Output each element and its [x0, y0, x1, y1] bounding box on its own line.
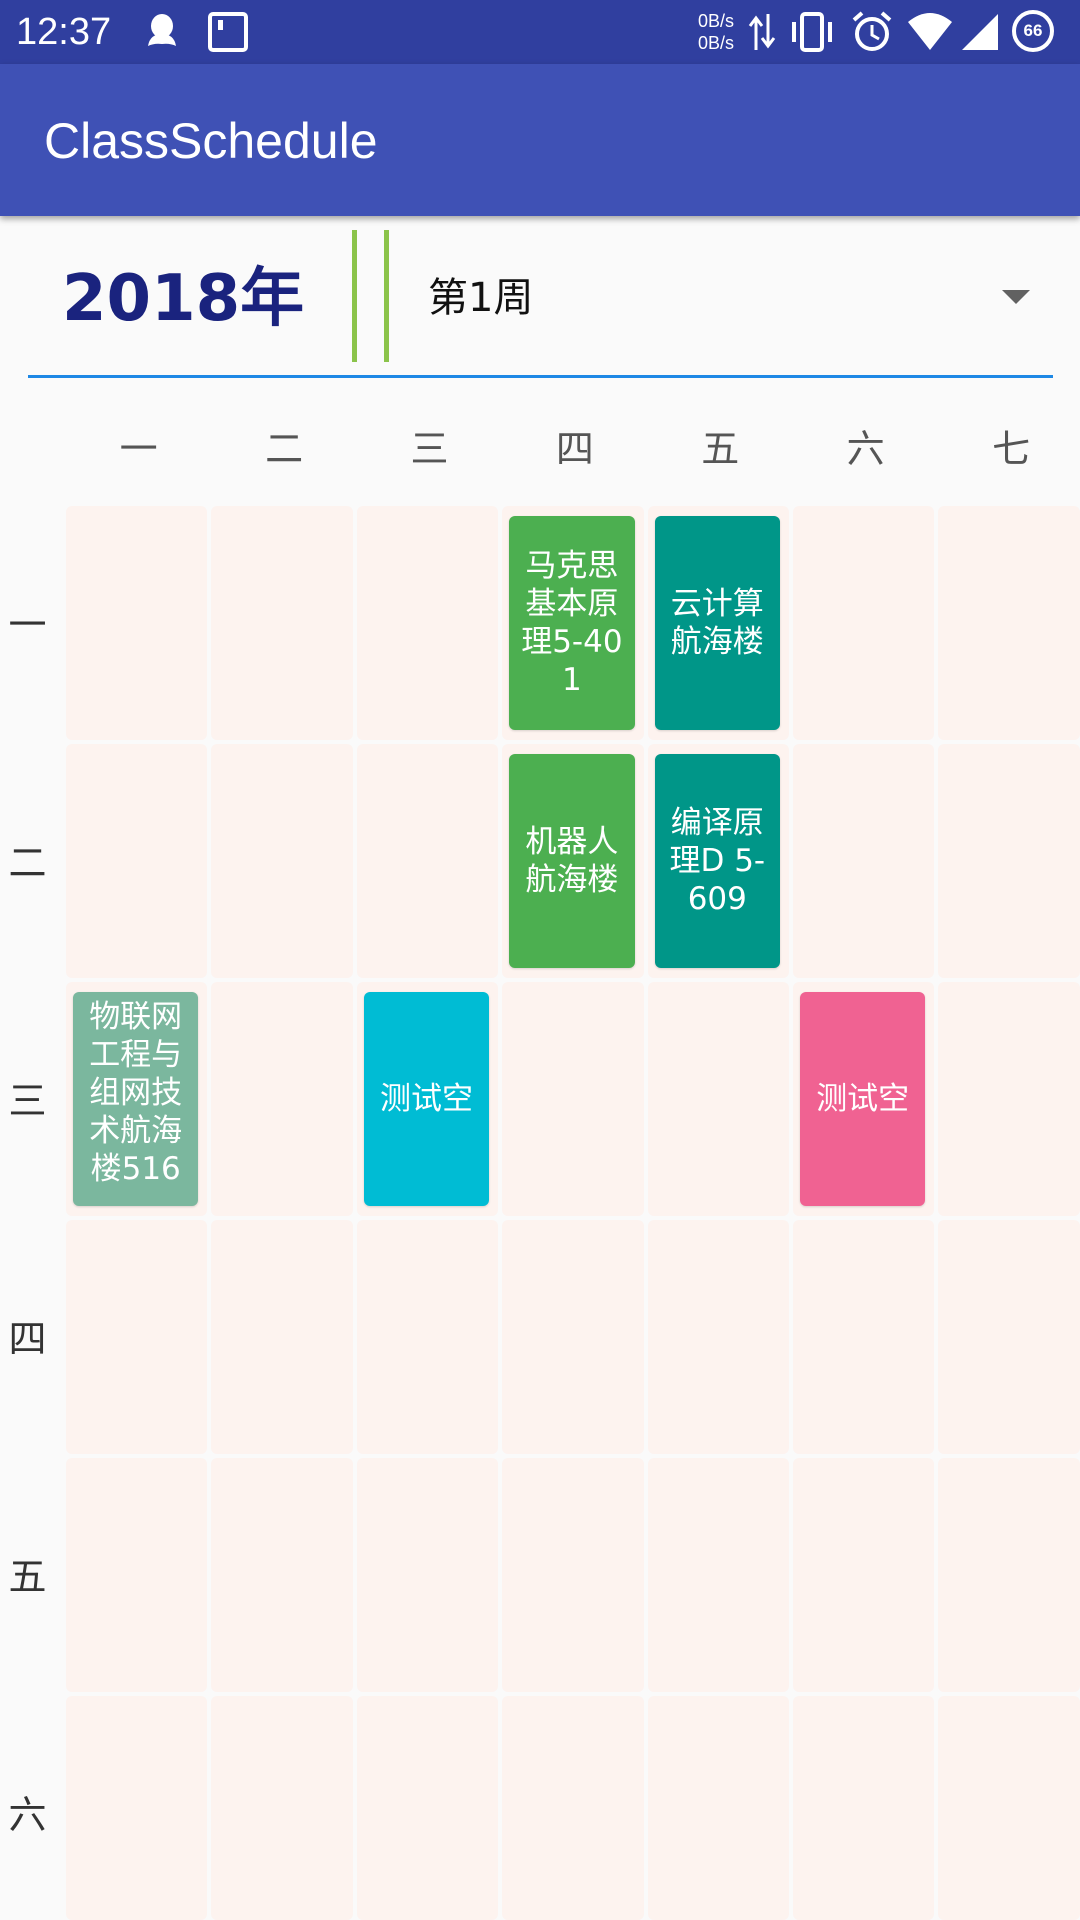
schedule-cell[interactable] — [356, 506, 499, 740]
year-label: 2018年 — [62, 262, 305, 336]
day-header-3: 三 — [410, 427, 449, 471]
period-label-1: 一 — [8, 603, 47, 647]
course-block[interactable]: 测试空 — [363, 992, 490, 1206]
course-label: 物联网工程与组网技术航海楼516 — [89, 999, 183, 1187]
period-label-2: 二 — [8, 841, 47, 885]
course-block[interactable]: 云计算航海楼 — [654, 516, 780, 730]
schedule-cell[interactable] — [211, 744, 353, 978]
schedule-cell[interactable] — [793, 506, 935, 740]
schedule-cell[interactable] — [938, 1458, 1080, 1692]
signal-icon — [962, 14, 998, 50]
status-time: 12:37 — [16, 11, 112, 53]
battery-level: 66 — [1023, 21, 1043, 40]
day-header-5: 五 — [701, 427, 740, 471]
data-arrows-icon — [748, 14, 776, 50]
schedule-cell[interactable] — [66, 744, 208, 978]
schedule-cell[interactable] — [211, 506, 353, 740]
course-label: 马克思基本原理5-401 — [521, 548, 623, 698]
net-speed-down: 0B/s — [698, 33, 735, 53]
schedule-cell[interactable] — [647, 1696, 789, 1920]
schedule-cell[interactable] — [211, 982, 353, 1216]
schedule-cell[interactable] — [356, 744, 499, 978]
course-block[interactable]: 测试空 — [800, 992, 926, 1206]
week-spinner[interactable]: 第1周 — [392, 240, 1052, 350]
schedule-cell[interactable] — [66, 1220, 208, 1454]
schedule-cell[interactable] — [211, 1696, 353, 1920]
day-header-6: 六 — [846, 427, 885, 471]
course-label: 测试空 — [379, 1081, 473, 1117]
schedule-cell[interactable] — [66, 1458, 208, 1692]
course-label: 云计算航海楼 — [670, 586, 764, 660]
course-label: 编译原理D 5-609 — [669, 805, 766, 917]
day-header-7: 七 — [992, 427, 1031, 471]
schedule-cell[interactable] — [793, 1458, 935, 1692]
vibrate-icon — [792, 12, 832, 52]
period-label-3: 三 — [8, 1079, 47, 1123]
schedule-cell[interactable] — [356, 1220, 499, 1454]
schedule-cell[interactable] — [938, 1220, 1080, 1454]
schedule-cell[interactable] — [356, 1458, 499, 1692]
status-bar: 12:37 0B/s 0B/s 66 — [0, 0, 1080, 64]
schedule-cell[interactable] — [66, 506, 208, 740]
schedule-cell[interactable] — [211, 1458, 353, 1692]
course-block[interactable]: 编译原理D 5-609 — [654, 754, 780, 968]
period-label-5: 五 — [8, 1555, 47, 1599]
day-header-2: 二 — [265, 427, 304, 471]
course-label: 测试空 — [816, 1081, 910, 1117]
divider-line-left — [352, 230, 357, 362]
day-header-4: 四 — [555, 427, 594, 471]
header-underline — [28, 375, 1053, 378]
net-speed-up: 0B/s — [698, 11, 735, 31]
schedule-cell[interactable] — [793, 744, 935, 978]
schedule-cell[interactable] — [793, 1696, 935, 1920]
day-header-1: 一 — [119, 427, 158, 471]
battery-icon: 66 — [1012, 10, 1054, 52]
schedule-cell[interactable] — [502, 1220, 644, 1454]
alarm-icon — [852, 11, 892, 51]
week-label: 第1周 — [428, 275, 534, 321]
schedule-cell[interactable] — [66, 1696, 208, 1920]
course-label: 机器人航海楼 — [525, 824, 619, 898]
schedule-cell[interactable] — [647, 982, 789, 1216]
schedule-cell[interactable] — [647, 1220, 789, 1454]
app-title: ClassSchedule — [44, 113, 378, 169]
schedule-cell[interactable] — [356, 1696, 499, 1920]
schedule-cell[interactable] — [793, 1220, 935, 1454]
schedule-cell[interactable] — [502, 1696, 644, 1920]
app-bar: ClassSchedule — [0, 64, 1080, 216]
net-speed: 0B/s 0B/s — [698, 10, 734, 54]
schedule-cell[interactable] — [502, 982, 644, 1216]
period-label-4: 四 — [8, 1317, 47, 1361]
schedule-cell[interactable] — [211, 1220, 353, 1454]
period-label-6: 六 — [8, 1793, 47, 1837]
course-block[interactable]: 机器人航海楼 — [509, 754, 635, 968]
sim-icon — [208, 12, 248, 52]
wifi-icon — [908, 13, 952, 50]
course-block[interactable]: 物联网工程与组网技术航海楼516 — [73, 992, 199, 1206]
schedule-cell[interactable] — [938, 982, 1080, 1216]
dropdown-arrow-icon — [1002, 290, 1030, 304]
course-block[interactable]: 马克思基本原理5-401 — [509, 516, 635, 730]
divider-line-right — [384, 230, 389, 362]
schedule-cell[interactable] — [938, 1696, 1080, 1920]
schedule-cell[interactable] — [938, 506, 1080, 740]
schedule-cell[interactable] — [502, 1458, 644, 1692]
schedule-cell[interactable] — [647, 1458, 789, 1692]
qq-icon — [148, 14, 176, 46]
schedule-cell[interactable] — [938, 744, 1080, 978]
